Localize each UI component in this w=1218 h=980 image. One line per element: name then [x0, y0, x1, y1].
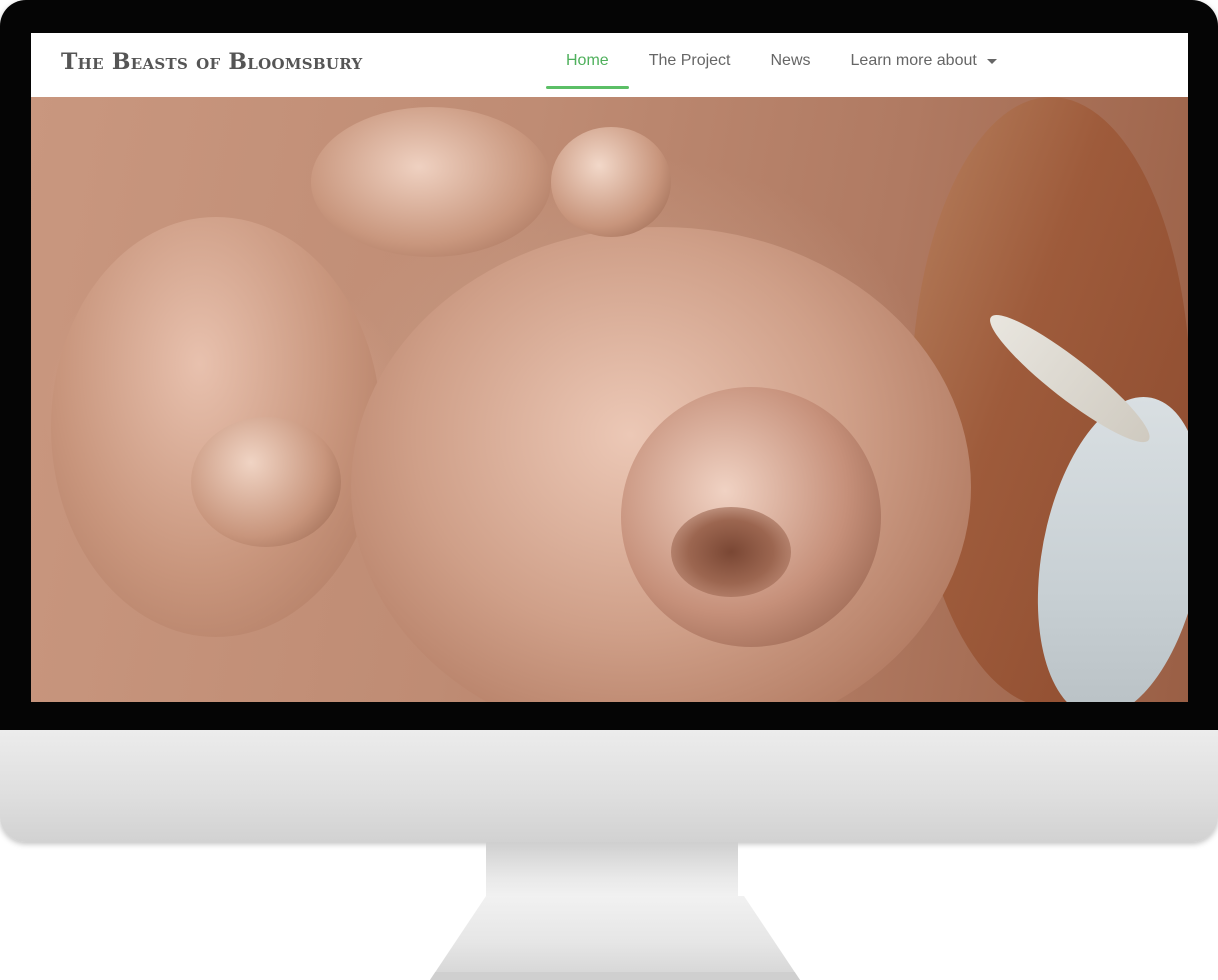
- nav-item-news[interactable]: News: [751, 33, 831, 89]
- monitor-chin: [0, 730, 1218, 842]
- sculpture-brow-curl: [311, 107, 551, 257]
- sculpture-nostril: [671, 507, 791, 597]
- nav-item-label: Learn more about: [850, 52, 977, 69]
- sculpture-curl-knob: [551, 127, 671, 237]
- nav-item-learn-more-about[interactable]: Learn more about: [831, 33, 1017, 89]
- stand-base: [430, 896, 800, 980]
- main-navigation: Home The Project News Learn more about: [546, 33, 1017, 97]
- stand-neck: [486, 842, 738, 902]
- site-title[interactable]: The Beasts of Bloomsbury: [61, 49, 363, 75]
- sculpture-left-cheek: [51, 217, 381, 637]
- nav-item-label: The Project: [648, 52, 731, 69]
- nav-item-the-project[interactable]: The Project: [629, 33, 751, 89]
- nav-item-label: Home: [566, 52, 609, 69]
- sculpture-eye: [191, 417, 341, 547]
- caret-down-icon: [986, 58, 997, 64]
- site-header: The Beasts of Bloomsbury Home The Projec…: [31, 33, 1188, 98]
- hero-image: [31, 97, 1188, 702]
- nav-item-home[interactable]: Home: [546, 33, 629, 89]
- browser-screen: The Beasts of Bloomsbury Home The Projec…: [31, 33, 1188, 702]
- nav-item-label: News: [770, 52, 811, 69]
